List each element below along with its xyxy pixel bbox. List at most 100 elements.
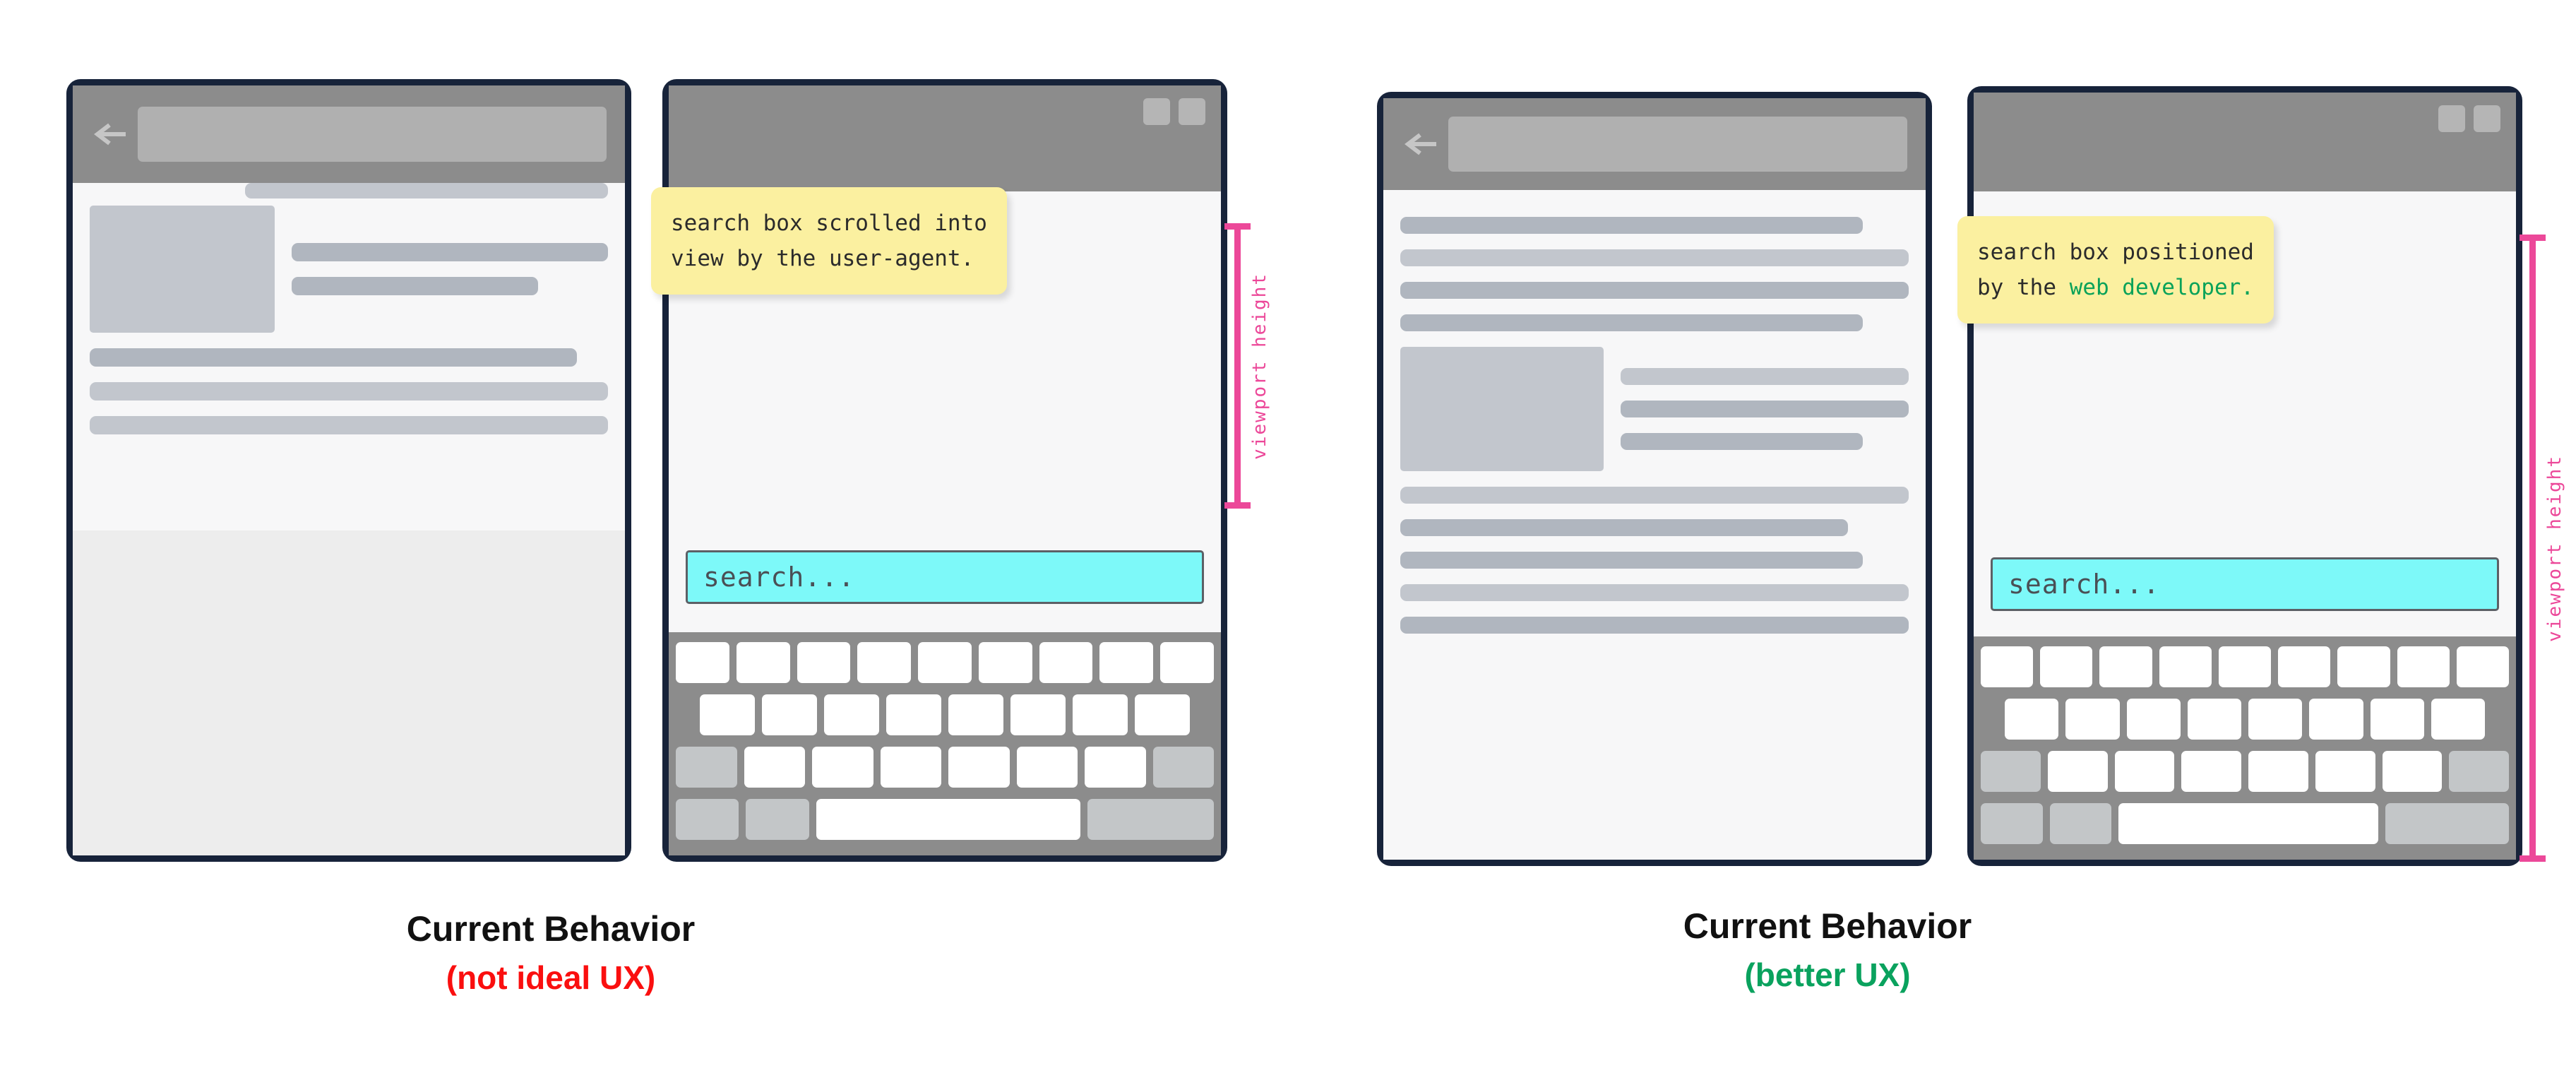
keyboard-key[interactable] xyxy=(2370,699,2424,740)
phone-left-keyboard: search... search box scrolled into view … xyxy=(651,79,1227,862)
keyboard-key[interactable] xyxy=(2065,699,2120,740)
skeleton-line xyxy=(1621,433,1863,450)
keyboard-key[interactable] xyxy=(948,747,1010,788)
phone-screen xyxy=(73,85,625,855)
keyboard-key[interactable] xyxy=(2114,751,2175,792)
keyboard-key[interactable] xyxy=(1135,694,1190,735)
spacebar-key[interactable] xyxy=(816,799,1081,840)
skeleton-image xyxy=(90,206,275,333)
keyboard-key[interactable] xyxy=(2309,699,2363,740)
keyboard-key[interactable] xyxy=(1085,747,1146,788)
shift-key[interactable] xyxy=(1981,751,2041,792)
keyboard-key[interactable] xyxy=(824,694,879,735)
caption-subtitle: (better UX) xyxy=(1744,956,1911,993)
search-input[interactable]: search... xyxy=(1991,557,2499,611)
keyboard-key[interactable] xyxy=(700,694,755,735)
back-arrow-icon[interactable] xyxy=(1402,130,1438,158)
phone-screen xyxy=(1383,98,1926,860)
keyboard-row xyxy=(1981,699,2509,740)
return-key[interactable] xyxy=(2385,803,2509,844)
backspace-key[interactable] xyxy=(2449,751,2509,792)
keyboard-row xyxy=(676,799,1214,840)
keyboard-key[interactable] xyxy=(1039,642,1093,683)
keyboard-key[interactable] xyxy=(2397,646,2450,687)
keyboard-key[interactable] xyxy=(744,747,805,788)
keyboard-key[interactable] xyxy=(2382,751,2443,792)
bracket-bar xyxy=(2520,235,2546,862)
keyboard-key[interactable] xyxy=(1073,694,1128,735)
skeleton-media-row xyxy=(1400,347,1909,471)
keyboard-key[interactable] xyxy=(2248,699,2303,740)
shift-key[interactable] xyxy=(676,747,737,788)
keyboard-key[interactable] xyxy=(2040,646,2093,687)
keyboard-key[interactable] xyxy=(2278,646,2331,687)
keyboard-key[interactable] xyxy=(736,642,790,683)
keyboard-key[interactable] xyxy=(1981,646,2034,687)
keyboard-key[interactable] xyxy=(2248,751,2308,792)
tab-square-icon[interactable] xyxy=(2474,105,2500,132)
skeleton-line xyxy=(1400,487,1909,504)
callout-line-2-highlight: web developer. xyxy=(2069,275,2254,301)
keyboard-key[interactable] xyxy=(2315,751,2375,792)
caption-subtitle: (not ideal UX) xyxy=(446,959,656,996)
diagram-canvas: search... search box scrolled into view … xyxy=(0,0,2576,1085)
skeleton-image xyxy=(1400,347,1604,471)
keyboard-row xyxy=(675,642,1215,683)
keyboard-key[interactable] xyxy=(2047,751,2108,792)
chrome-controls xyxy=(2438,105,2500,132)
emoji-key[interactable] xyxy=(746,799,809,840)
keyboard-key[interactable] xyxy=(2337,646,2390,687)
backspace-key[interactable] xyxy=(1152,747,1214,788)
keyboard-key[interactable] xyxy=(2181,751,2241,792)
keyboard-key[interactable] xyxy=(948,694,1003,735)
keyboard-key[interactable] xyxy=(812,747,873,788)
keyboard-key[interactable] xyxy=(1016,747,1078,788)
url-bar[interactable] xyxy=(1448,117,1907,172)
keyboard-key[interactable] xyxy=(2005,699,2059,740)
symbols-key[interactable] xyxy=(676,799,739,840)
browser-chrome xyxy=(1383,98,1926,190)
keyboard-row xyxy=(676,694,1214,735)
skeleton-line xyxy=(292,277,539,295)
keyboard-key[interactable] xyxy=(762,694,817,735)
bracket-bar xyxy=(1224,223,1251,509)
keyboard-key[interactable] xyxy=(675,642,729,683)
keyboard-key[interactable] xyxy=(1010,694,1066,735)
keyboard-key[interactable] xyxy=(918,642,972,683)
page-content-skeleton xyxy=(73,183,625,855)
keyboard-key[interactable] xyxy=(2456,646,2509,687)
url-bar[interactable] xyxy=(138,107,607,162)
emoji-key[interactable] xyxy=(2049,803,2112,844)
return-key[interactable] xyxy=(1087,799,1214,840)
keyboard-key[interactable] xyxy=(2431,699,2485,740)
keyboard-key[interactable] xyxy=(2187,699,2241,740)
keyboard-key[interactable] xyxy=(857,642,912,683)
keyboard-key[interactable] xyxy=(2218,646,2272,687)
viewport-height-bracket-left: viewport height xyxy=(1224,223,1270,509)
back-arrow-icon[interactable] xyxy=(91,120,128,148)
keyboard-key[interactable] xyxy=(2099,646,2152,687)
keyboard-key[interactable] xyxy=(2126,699,2181,740)
keyboard-key[interactable] xyxy=(1099,642,1154,683)
keyboard-key[interactable] xyxy=(797,642,851,683)
keyboard-key[interactable] xyxy=(1160,642,1215,683)
annotation-callout-left: search box scrolled into view by the use… xyxy=(651,187,1007,295)
keyboard-row xyxy=(1981,646,2509,687)
keyboard-key[interactable] xyxy=(2159,646,2212,687)
keyboard-row xyxy=(1981,803,2509,844)
tab-square-icon[interactable] xyxy=(1143,98,1170,125)
keyboard-row xyxy=(676,747,1214,788)
symbols-key[interactable] xyxy=(1981,803,2043,844)
spacebar-key[interactable] xyxy=(2118,803,2378,844)
skeleton-line xyxy=(1400,217,1864,234)
keyboard-key[interactable] xyxy=(880,747,941,788)
browser-chrome xyxy=(73,85,625,183)
skeleton-line xyxy=(1400,249,1909,266)
tab-square-icon[interactable] xyxy=(1179,98,1205,125)
keyboard-key[interactable] xyxy=(978,642,1032,683)
search-input[interactable]: search... xyxy=(686,550,1204,604)
callout-line-1: search box positioned xyxy=(1977,239,2254,265)
keyboard-key[interactable] xyxy=(886,694,941,735)
phone-right-content xyxy=(1377,92,1932,866)
tab-square-icon[interactable] xyxy=(2438,105,2465,132)
